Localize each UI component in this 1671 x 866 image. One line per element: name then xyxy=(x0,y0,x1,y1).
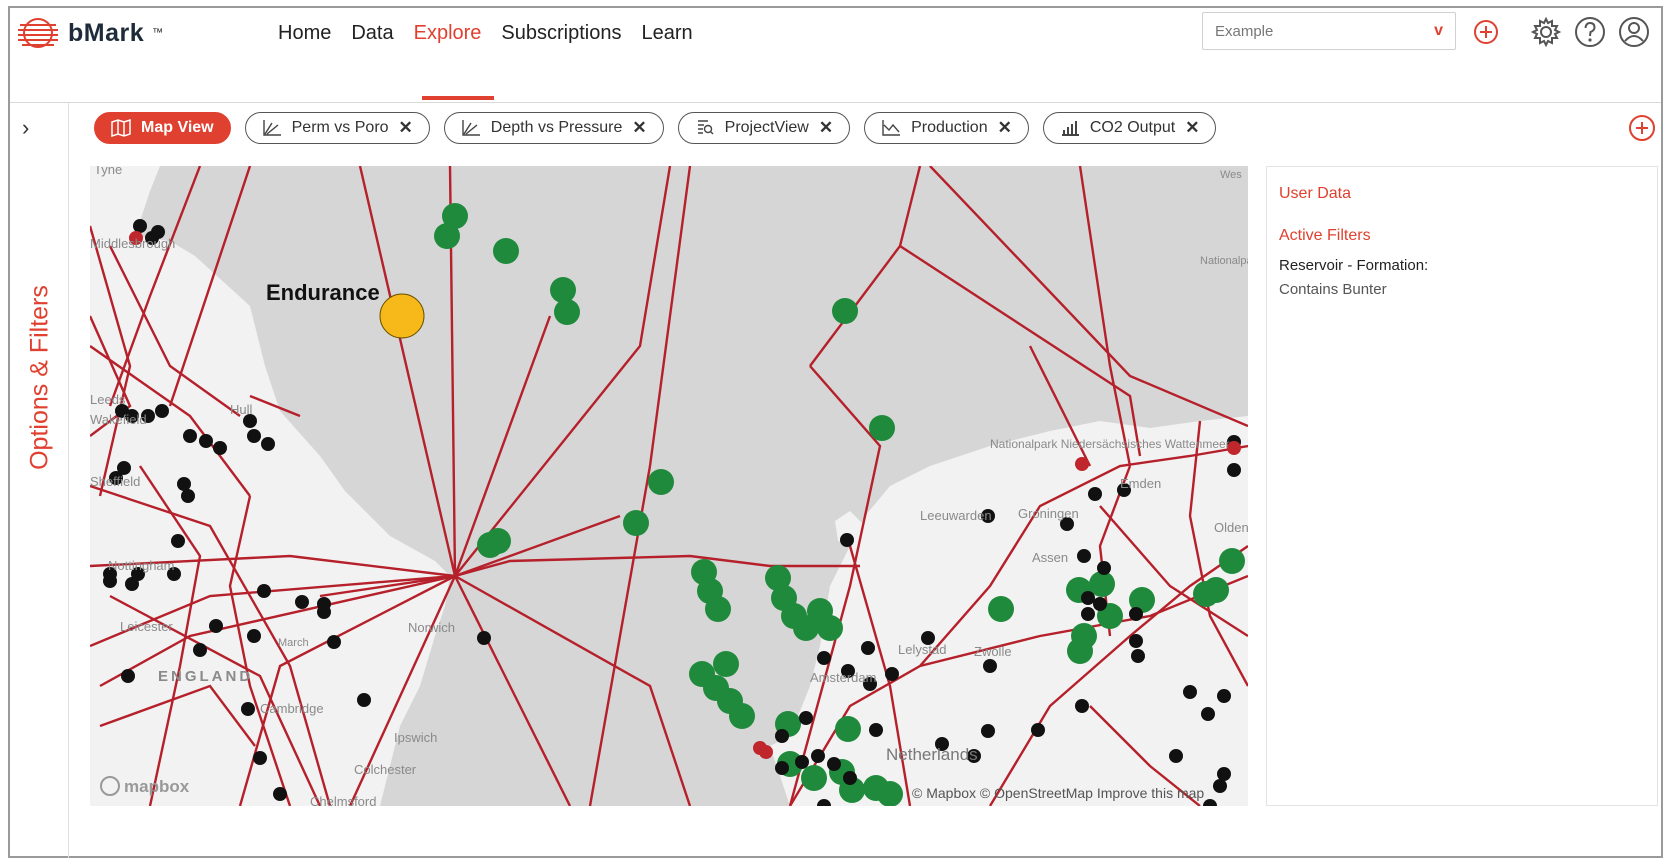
map-svg[interactable]: Endurance Tyne Middlesbrough Leeds Wakef… xyxy=(90,166,1248,806)
options-filters-label[interactable]: Options & Filters xyxy=(26,278,55,478)
endurance-label: Endurance xyxy=(266,280,380,305)
close-icon[interactable]: ✕ xyxy=(998,118,1012,138)
tab-label: Perm vs Poro xyxy=(291,119,389,136)
close-icon[interactable]: ✕ xyxy=(819,118,833,138)
place-label: Leicester xyxy=(120,619,173,634)
tab-project-view[interactable]: ProjectView ✕ xyxy=(677,112,851,144)
scatter-chart-icon xyxy=(262,120,281,136)
place-label: Leeuwarden xyxy=(920,508,992,523)
place-label: Hull xyxy=(230,402,253,417)
place-label: Groningen xyxy=(1018,506,1079,521)
place-label: Netherlands xyxy=(886,745,978,764)
filter-name: Reservoir - Formation: xyxy=(1279,257,1429,274)
close-icon[interactable]: ✕ xyxy=(1185,118,1199,138)
tab-map-view[interactable]: Map View xyxy=(94,112,231,144)
place-label: Leeds xyxy=(90,392,126,407)
nav-data[interactable]: Data xyxy=(351,22,393,49)
place-label: Cambridge xyxy=(260,701,324,716)
place-label: Ipswich xyxy=(394,730,437,745)
mapbox-brand: mapbox xyxy=(124,777,190,796)
map-canvas[interactable]: Endurance Tyne Middlesbrough Leeds Wakef… xyxy=(90,166,1248,806)
user-data-link[interactable]: User Data xyxy=(1279,185,1351,203)
document-search-icon xyxy=(697,120,714,135)
place-label: Oldenburg xyxy=(1214,520,1248,535)
main-nav: Home Data Explore Subscriptions Learn xyxy=(278,22,693,49)
user-avatar-icon[interactable] xyxy=(1618,16,1650,48)
active-filters-heading[interactable]: Active Filters xyxy=(1279,227,1371,245)
place-label: Tyne xyxy=(94,166,122,177)
place-label: Emden xyxy=(1120,476,1161,491)
close-icon[interactable]: ✕ xyxy=(632,118,646,138)
scatter-chart-icon xyxy=(462,120,480,136)
nav-home[interactable]: Home xyxy=(278,22,331,49)
user-data-panel: User Data Active Filters Reservoir - For… xyxy=(1266,166,1658,806)
expand-sidebar-icon[interactable]: › xyxy=(22,115,29,141)
line-chart-icon xyxy=(882,120,901,136)
place-label: Colchester xyxy=(354,762,417,777)
app-name: bMark xyxy=(68,18,145,47)
place-label: Sheffield xyxy=(90,474,140,489)
tab-label: Production xyxy=(911,119,988,136)
tab-perm-vs-poro[interactable]: Perm vs Poro ✕ xyxy=(244,112,430,144)
place-label: March xyxy=(278,637,309,649)
tab-depth-vs-pressure[interactable]: Depth vs Pressure ✕ xyxy=(443,112,664,144)
project-select-value: Example xyxy=(1215,22,1274,40)
place-label: Middlesbrough xyxy=(90,236,175,251)
chevron-down-icon[interactable]: v xyxy=(1434,22,1443,40)
place-label: Wes xyxy=(1220,169,1242,181)
view-tabs: Map View Perm vs Poro ✕ Depth vs Pressur… xyxy=(94,112,1217,144)
gear-icon[interactable] xyxy=(1530,16,1562,48)
map-attribution[interactable]: © Mapbox © OpenStreetMap Improve this ma… xyxy=(912,785,1204,801)
add-tab-icon[interactable] xyxy=(1628,114,1656,142)
filter-value: Contains Bunter xyxy=(1279,281,1387,298)
place-label: ENGLAND xyxy=(158,668,253,685)
map-icon xyxy=(111,119,131,137)
nav-subscriptions[interactable]: Subscriptions xyxy=(501,22,621,49)
place-label: Chelmsford xyxy=(310,794,376,806)
top-header: bMark ™ Home Data Explore Subscriptions L… xyxy=(10,8,1661,103)
add-circle-icon[interactable] xyxy=(1470,16,1502,48)
place-label: Assen xyxy=(1032,550,1068,565)
logo[interactable]: bMark ™ xyxy=(16,14,163,52)
place-label: Nottingham xyxy=(108,558,174,573)
tab-production[interactable]: Production ✕ xyxy=(864,112,1029,144)
app-frame: bMark ™ Home Data Explore Subscriptions L… xyxy=(8,6,1663,858)
place-label: Lelystad xyxy=(898,642,946,657)
tab-co2-output[interactable]: CO2 Output ✕ xyxy=(1042,112,1217,144)
tab-label: ProjectView xyxy=(724,119,809,136)
logo-icon xyxy=(18,18,58,48)
project-select[interactable]: Example v xyxy=(1202,12,1456,50)
place-label: Nationalpark Niedersächsisches Wattenmee… xyxy=(990,437,1230,451)
bar-chart-icon xyxy=(1061,121,1079,136)
place-label: Zwolle xyxy=(974,644,1012,659)
place-label: Amsterdam xyxy=(810,670,876,685)
help-icon[interactable] xyxy=(1574,16,1606,48)
nav-active-indicator xyxy=(422,96,494,100)
place-label: Wakefield xyxy=(90,412,147,427)
tab-label: Map View xyxy=(141,119,214,136)
tab-label: CO2 Output xyxy=(1089,119,1176,136)
endurance-site-marker[interactable] xyxy=(379,293,425,339)
trademark: ™ xyxy=(152,27,164,39)
place-label: Norwich xyxy=(408,620,455,635)
options-sidebar: › Options & Filters xyxy=(10,103,69,858)
tab-label: Depth vs Pressure xyxy=(490,119,623,136)
nav-explore[interactable]: Explore xyxy=(414,22,482,49)
nav-learn[interactable]: Learn xyxy=(641,22,692,49)
close-icon[interactable]: ✕ xyxy=(399,118,413,138)
place-label: Nationalpark Hamburgisches Wattenmeer xyxy=(1200,255,1248,267)
